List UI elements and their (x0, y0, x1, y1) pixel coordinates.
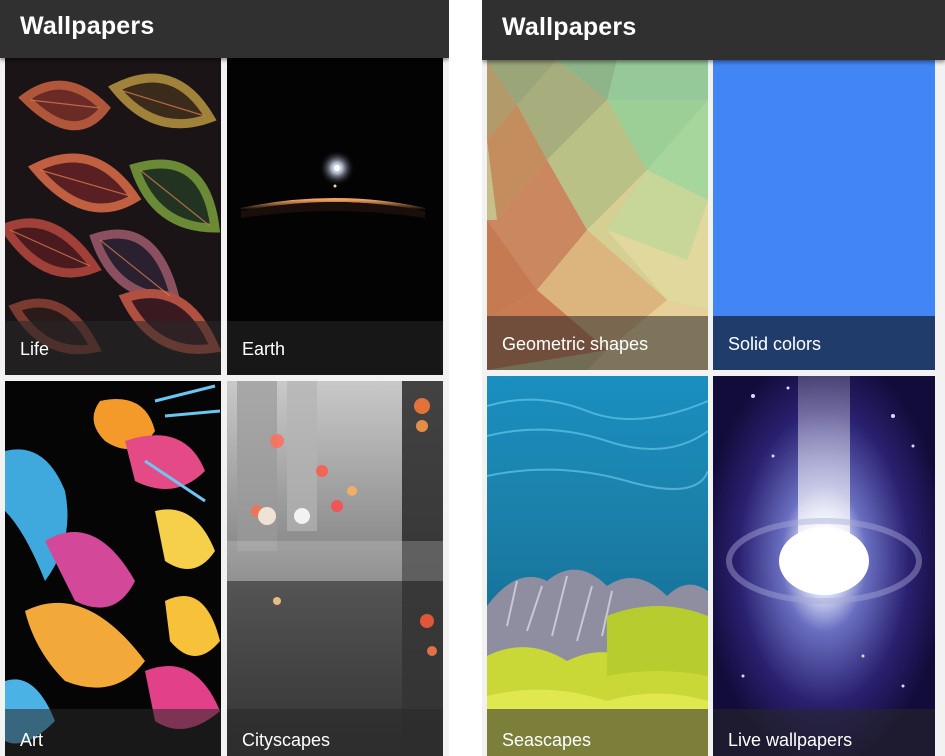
category-tile-seascapes[interactable]: Seascapes (487, 376, 708, 756)
category-tile-live-wallpapers[interactable]: Live wallpapers (713, 376, 935, 756)
app-bar-title: Wallpapers (20, 12, 155, 40)
category-tile-cityscapes[interactable]: Cityscapes (227, 381, 443, 756)
category-label: Live wallpapers (728, 730, 853, 750)
category-label: Seascapes (502, 730, 592, 750)
app-bar: Wallpapers (0, 0, 449, 58)
live-wallpapers-thumbnail (713, 376, 935, 756)
category-tile-life[interactable]: Life (5, 58, 221, 375)
category-label: Cityscapes (242, 730, 331, 750)
tile-caption: Earth (227, 321, 443, 375)
category-tile-geometric-shapes[interactable]: Geometric shapes (487, 60, 708, 370)
wallpapers-screen-right: Wallpapers Geometric shapes Solid colors… (482, 0, 945, 756)
app-bar: Wallpapers (482, 0, 945, 60)
tile-caption: Life (5, 321, 221, 375)
tile-caption: Cityscapes (227, 709, 443, 756)
tile-caption: Seascapes (487, 709, 708, 756)
tile-caption: Art (5, 709, 221, 756)
category-tile-solid-colors[interactable]: Solid colors (713, 60, 935, 370)
category-label: Art (20, 730, 44, 750)
category-label: Earth (242, 339, 286, 359)
category-tile-art[interactable]: Art (5, 381, 221, 756)
category-label: Solid colors (728, 334, 822, 354)
tile-caption: Solid colors (713, 316, 935, 370)
tile-caption: Live wallpapers (713, 709, 935, 756)
category-label: Life (20, 339, 50, 359)
category-tile-earth[interactable]: Earth (227, 58, 443, 375)
tile-caption: Geometric shapes (487, 316, 708, 370)
art-thumbnail (5, 381, 221, 756)
category-label: Geometric shapes (502, 334, 649, 354)
wallpapers-screen-left: Wallpapers Life Earth Art Cityscapes (0, 0, 449, 756)
cityscapes-thumbnail (227, 381, 443, 756)
app-bar-title: Wallpapers (502, 13, 637, 41)
seascapes-thumbnail (487, 376, 708, 756)
